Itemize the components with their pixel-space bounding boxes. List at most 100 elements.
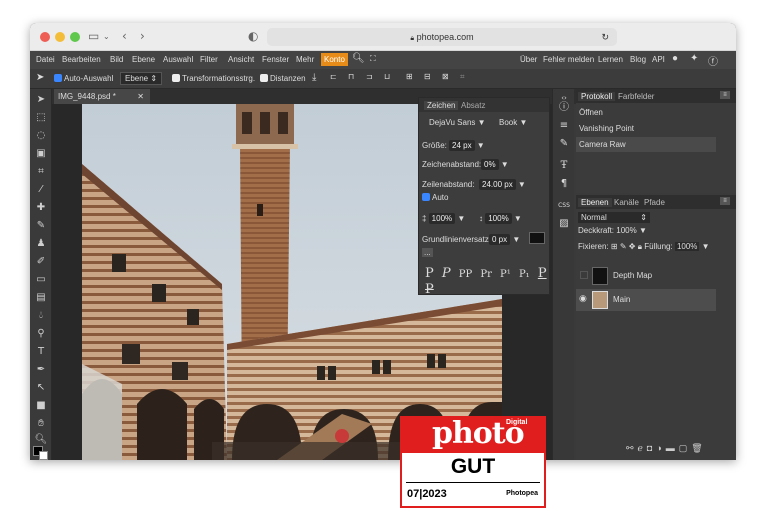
tab-pfade[interactable]: Pfade — [644, 198, 665, 207]
sidebar-toggle-icon[interactable]: ▭ — [88, 29, 99, 43]
fill-field[interactable]: 100% ▼ — [674, 242, 710, 251]
new-group-icon[interactable]: ▬ — [666, 443, 679, 453]
maximize-window-button[interactable] — [70, 32, 80, 42]
align-bottom-icon[interactable]: ⊔ — [384, 72, 390, 81]
tab-zeichen[interactable]: Zeichen — [424, 101, 459, 110]
auto-select-checkbox[interactable]: Auto-Auswahl — [54, 74, 113, 83]
eye-icon[interactable]: ◉ — [579, 293, 587, 304]
layer-row[interactable]: ◉ Main — [576, 289, 716, 311]
css-icon[interactable]: CSS — [557, 199, 571, 213]
fullscreen-icon[interactable]: ⛶ — [370, 54, 376, 64]
eraser-tool-icon[interactable]: ▭ — [34, 273, 48, 287]
close-window-button[interactable] — [40, 32, 50, 42]
distribute-right-icon[interactable]: ⊠ — [442, 72, 449, 81]
tracking-field[interactable]: 0% ▼ — [481, 159, 509, 170]
crop-tool-icon[interactable]: ⌗ — [34, 165, 48, 179]
eyedropper-tool-icon[interactable]: ⁄ — [34, 183, 48, 197]
brush-tool-icon[interactable]: ✎ — [34, 219, 48, 233]
brush-settings-icon[interactable]: ✎ — [557, 137, 571, 151]
lasso-tool-icon[interactable]: ◌ — [34, 129, 48, 143]
menu-bearbeiten[interactable]: Bearbeiten — [62, 55, 101, 64]
transform-checkbox[interactable]: Transformationsstrg. — [172, 74, 255, 83]
distribute-center-icon[interactable]: ⊟ — [424, 72, 431, 81]
subscript-button[interactable]: P₁ — [519, 269, 530, 280]
leading-field[interactable]: 24.00 px ▼ — [479, 179, 526, 190]
address-bar[interactable]: 🔒︎ photopea.com ↻ — [267, 28, 617, 46]
opacity-field[interactable]: 100% ▼ — [616, 226, 647, 235]
type-tool-icon[interactable]: T — [34, 345, 48, 359]
vertical-scale-field[interactable]: ↕ 100% ▼ — [479, 213, 522, 224]
menu-ueber[interactable]: Über — [520, 55, 537, 64]
menu-fenster[interactable]: Fenster — [262, 55, 289, 64]
menu-blog[interactable]: Blog — [630, 55, 646, 64]
info-icon[interactable]: ⓘ — [557, 101, 571, 115]
distances-checkbox[interactable]: Distanzen — [260, 74, 306, 83]
gradient-tool-icon[interactable]: ▤ — [34, 291, 48, 305]
distribute-spacing-icon[interactable]: ⌗ — [460, 72, 465, 82]
menu-filter[interactable]: Filter — [200, 55, 218, 64]
privacy-shield-icon[interactable]: ◐ — [248, 29, 258, 43]
small-caps-button[interactable]: Pr — [480, 269, 492, 280]
adjustment-layer-icon[interactable]: ◑ — [656, 443, 665, 453]
chevron-down-icon[interactable]: ⌄ — [103, 32, 110, 41]
back-arrow-icon[interactable]: ‹ — [122, 29, 127, 43]
menu-auswahl[interactable]: Auswahl — [163, 55, 193, 64]
menu-ansicht[interactable]: Ansicht — [228, 55, 254, 64]
forward-arrow-icon[interactable]: › — [140, 29, 145, 43]
layer-select-dropdown[interactable]: Ebene ⇕ — [120, 72, 163, 85]
menu-datei[interactable]: Datei — [36, 55, 55, 64]
menu-api[interactable]: API — [652, 55, 665, 64]
tab-ebenen[interactable]: Ebenen — [578, 198, 612, 207]
dodge-tool-icon[interactable]: ⚲ — [34, 327, 48, 341]
lock-move-icon[interactable]: ✥ — [629, 242, 636, 251]
background-color-swatch[interactable] — [39, 451, 48, 460]
panel-menu-icon[interactable]: ≡ — [720, 91, 730, 99]
align-center-icon[interactable]: ⊓ — [348, 72, 354, 81]
hand-tool-icon[interactable]: ✋︎ — [34, 417, 48, 431]
healing-brush-tool-icon[interactable]: ✚ — [34, 201, 48, 215]
layer-visibility-toggle[interactable] — [580, 271, 588, 279]
history-item[interactable]: Camera Raw — [576, 137, 716, 152]
twitter-icon[interactable]: ✦ — [690, 53, 698, 64]
link-layers-icon[interactable]: ⚯ — [626, 443, 638, 453]
blend-mode-dropdown[interactable]: Normal ⇕ — [578, 212, 650, 223]
menu-mehr[interactable]: Mehr — [296, 55, 314, 64]
text-color-swatch[interactable] — [529, 232, 545, 244]
menu-lernen[interactable]: Lernen — [598, 55, 623, 64]
menu-bild[interactable]: Bild — [110, 55, 123, 64]
lock-all-icon[interactable]: 🔒︎ — [638, 242, 642, 251]
paragraph-icon[interactable]: ¶ — [557, 177, 571, 191]
zoom-tool-icon[interactable]: 🔍︎ — [34, 433, 48, 447]
layer-effects-icon[interactable]: ℯ — [638, 443, 647, 453]
baseline-field[interactable]: 0 px ▼ — [489, 234, 520, 245]
panel-menu-icon[interactable]: ≡ — [720, 197, 730, 205]
underline-button[interactable]: P — [538, 266, 547, 281]
marquee-tool-icon[interactable]: ⬚ — [34, 111, 48, 125]
download-icon[interactable]: ⤓ — [312, 72, 316, 83]
tab-protokoll[interactable]: Protokoll — [578, 92, 616, 101]
add-mask-icon[interactable]: ◘ — [647, 443, 656, 453]
image-icon[interactable]: ▨ — [557, 217, 571, 231]
strikethrough-button[interactable]: P — [425, 282, 434, 297]
pen-tool-icon[interactable]: ✒ — [34, 363, 48, 377]
clone-stamp-tool-icon[interactable]: ♟ — [34, 237, 48, 251]
all-caps-button[interactable]: PP — [459, 269, 472, 280]
menu-konto[interactable]: Konto — [321, 53, 348, 66]
tab-farbfelder[interactable]: Farbfelder — [618, 92, 654, 101]
horizontal-scale-field[interactable]: ‡ 100% ▼ — [422, 213, 465, 224]
font-family-dropdown[interactable]: DejaVu Sans ▼ — [429, 118, 486, 127]
auto-leading-checkbox[interactable]: Auto — [422, 193, 448, 202]
font-style-dropdown[interactable]: Book ▼ — [499, 118, 527, 127]
lock-pixels-icon[interactable]: ⊞ — [611, 242, 618, 251]
layer-row[interactable]: Depth Map — [576, 265, 716, 287]
history-item[interactable]: Öffnen — [576, 105, 716, 120]
shape-tool-icon[interactable]: ■ — [34, 399, 48, 413]
align-left-icon[interactable]: ⊏ — [330, 72, 337, 81]
new-layer-icon[interactable]: ▢ — [679, 443, 692, 453]
faux-bold-button[interactable]: P — [425, 266, 434, 281]
reddit-icon[interactable]: ● — [672, 53, 678, 64]
history-brush-tool-icon[interactable]: ✐ — [34, 255, 48, 269]
minimize-window-button[interactable] — [55, 32, 65, 42]
tab-kanaele[interactable]: Kanäle — [614, 198, 639, 207]
superscript-button[interactable]: P¹ — [500, 269, 511, 280]
